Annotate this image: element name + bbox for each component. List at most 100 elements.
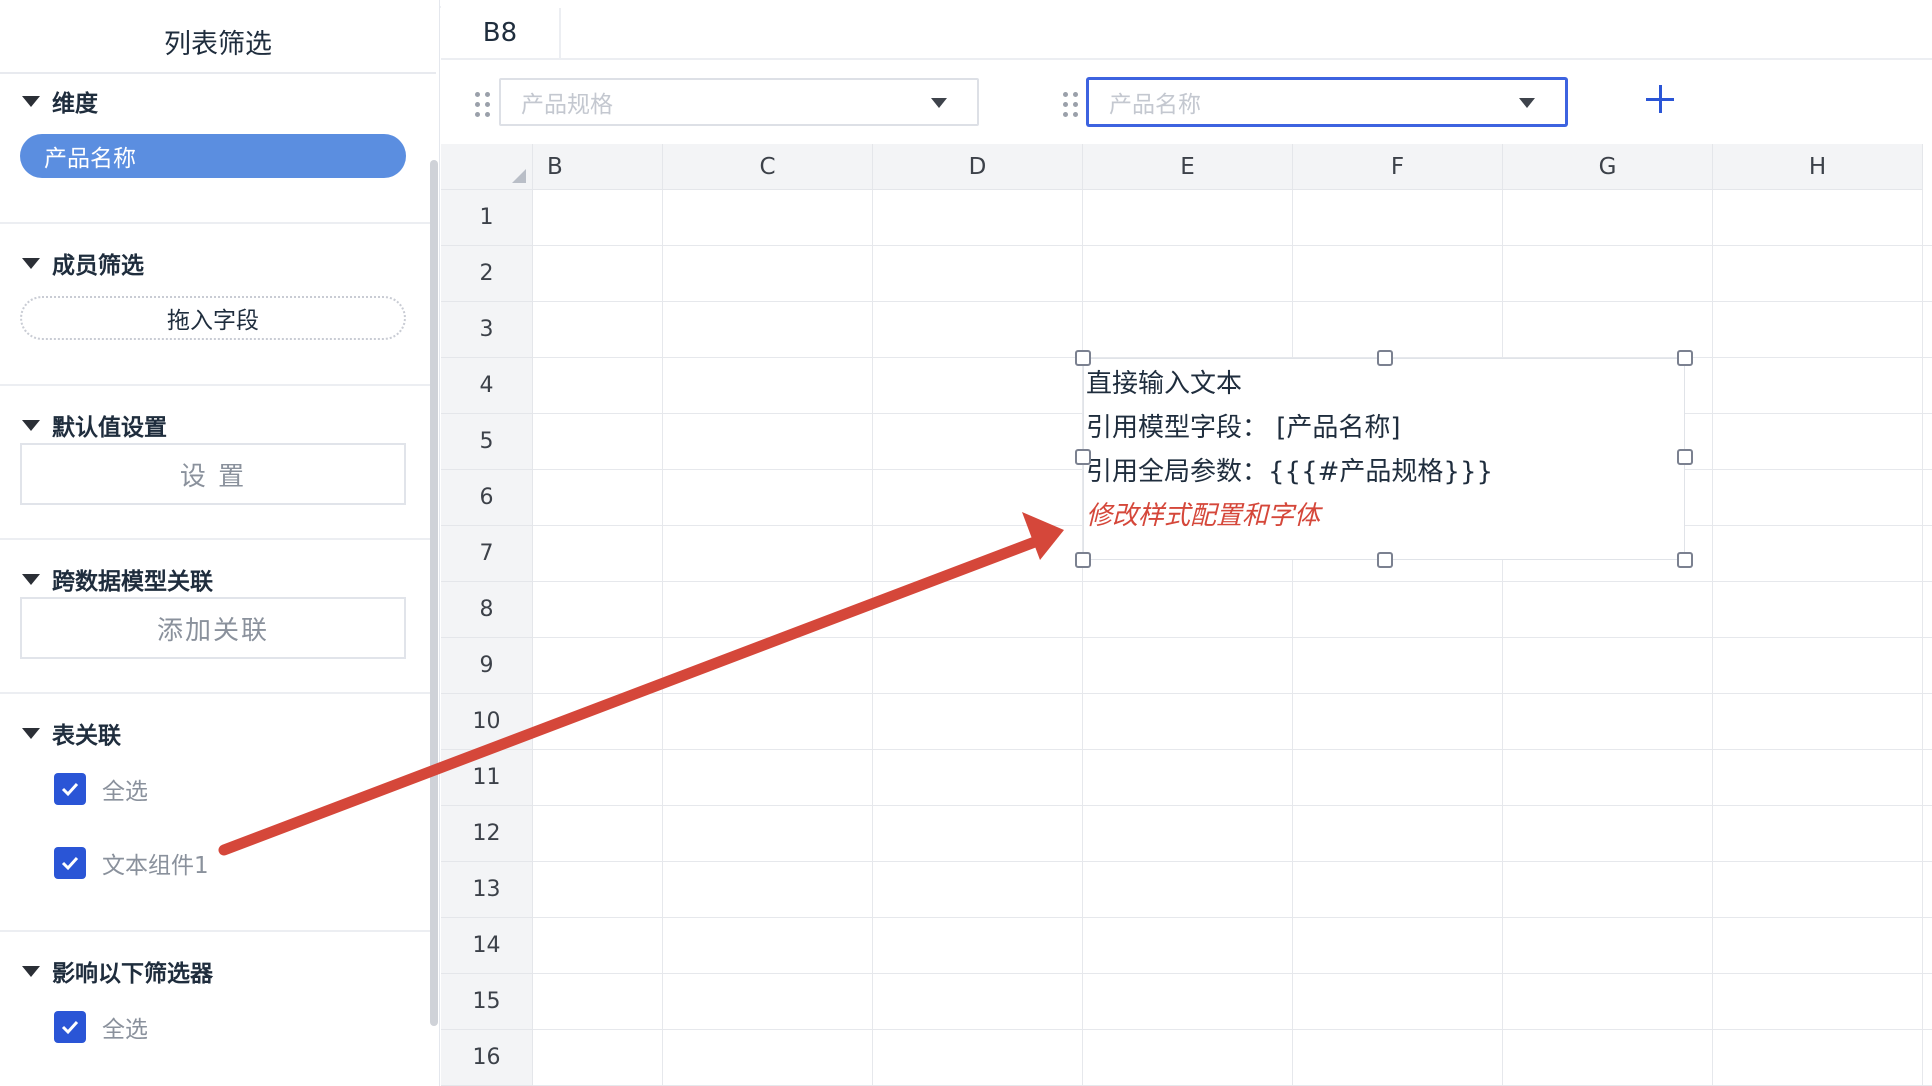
grid-column-line xyxy=(1502,190,1503,1086)
cell-reference[interactable]: B8 xyxy=(441,8,561,58)
column-header-d[interactable]: D xyxy=(873,144,1083,190)
column-header-e[interactable]: E xyxy=(1083,144,1293,190)
spreadsheet-grid[interactable]: BCDEFGH 1 2 3 4 5 6 7 8 9 10 11 12 13 14 15 16 xyxy=(441,144,1932,1086)
row-header-4[interactable]: 4 xyxy=(441,358,533,414)
section-divider xyxy=(0,222,432,224)
grid-row-line xyxy=(533,1029,1932,1030)
section-cross-model-header[interactable]: 跨数据模型关联 xyxy=(22,562,213,596)
grid-row-line xyxy=(533,245,1932,246)
section-divider xyxy=(0,692,432,694)
dropdown-arrow-icon xyxy=(931,98,947,108)
grid-row-line xyxy=(533,973,1932,974)
resize-handle-bottom-right[interactable] xyxy=(1677,552,1693,568)
row-header-6[interactable]: 6 xyxy=(441,470,533,526)
grid-row-line xyxy=(533,301,1932,302)
section-table-link-title: 表关联 xyxy=(52,723,121,749)
table-link-select-all[interactable]: 全选 xyxy=(54,772,148,806)
check-icon xyxy=(61,1020,79,1035)
select-all-corner[interactable] xyxy=(441,144,533,190)
caret-down-icon xyxy=(22,257,40,269)
caret-down-icon xyxy=(22,573,40,585)
row-header-1[interactable]: 1 xyxy=(441,190,533,246)
drag-handle-icon[interactable] xyxy=(1063,92,1078,117)
table-link-text-component-1[interactable]: 文本组件1 xyxy=(54,846,209,880)
row-header-11[interactable]: 11 xyxy=(441,750,533,806)
section-member-filter-header[interactable]: 成员筛选 xyxy=(22,246,144,280)
section-default-value-header[interactable]: 默认值设置 xyxy=(22,408,167,442)
filter-select-spec[interactable]: 产品规格 xyxy=(499,78,979,126)
section-affect-filters-title: 影响以下筛选器 xyxy=(52,961,213,987)
filter-select-product-name[interactable]: 产品名称 xyxy=(1087,78,1567,126)
dropdown-arrow-icon xyxy=(1519,98,1535,108)
text-line-plain: 直接输入文本 xyxy=(1086,369,1243,399)
section-cross-model-title: 跨数据模型关联 xyxy=(52,569,213,595)
filter-select-placeholder: 产品规格 xyxy=(521,92,613,118)
cell-reference-bar: B8 xyxy=(441,8,1932,60)
caret-down-icon xyxy=(22,727,40,739)
filter-bar: 产品规格 产品名称 xyxy=(441,62,1932,142)
row-header-12[interactable]: 12 xyxy=(441,806,533,862)
grid-row-line xyxy=(533,749,1932,750)
resize-handle-bottom[interactable] xyxy=(1377,552,1393,568)
checkbox-checked[interactable] xyxy=(54,1011,86,1043)
column-header-h[interactable]: H xyxy=(1713,144,1923,190)
resize-handle-top-right[interactable] xyxy=(1677,350,1693,366)
section-default-value-title: 默认值设置 xyxy=(52,415,167,441)
resize-handle-top-left[interactable] xyxy=(1075,350,1091,366)
row-header-9[interactable]: 9 xyxy=(441,638,533,694)
checkbox-label: 全选 xyxy=(102,1017,148,1043)
affect-filters-select-all[interactable]: 全选 xyxy=(54,1010,148,1044)
section-dimension-header[interactable]: 维度 xyxy=(22,84,98,118)
grid-column-line xyxy=(1292,190,1293,1086)
list-filter-panel: 列表筛选 维度 产品名称 成员筛选 拖入字段 默认值设置 设 置 跨数据模型关联… xyxy=(0,0,440,1086)
row-header-8[interactable]: 8 xyxy=(441,582,533,638)
check-icon xyxy=(61,856,79,871)
text-line-global-param: 引用全局参数：{{{#产品规格}}} xyxy=(1086,457,1494,487)
add-association-button[interactable]: 添加关联 xyxy=(20,597,406,659)
resize-handle-bottom-left[interactable] xyxy=(1075,552,1091,568)
section-dimension-title: 维度 xyxy=(52,91,98,117)
column-header-g[interactable]: G xyxy=(1503,144,1713,190)
row-header-16[interactable]: 16 xyxy=(441,1030,533,1086)
resize-handle-top[interactable] xyxy=(1377,350,1393,366)
add-filter-plus-icon[interactable] xyxy=(1641,80,1681,120)
row-header-2[interactable]: 2 xyxy=(441,246,533,302)
text-line-styled: 修改样式配置和字体 xyxy=(1086,501,1321,531)
section-divider xyxy=(0,384,432,386)
checkbox-checked[interactable] xyxy=(54,847,86,879)
grid-column-line xyxy=(872,190,873,1086)
grid-row-line xyxy=(533,581,1932,582)
row-header-13[interactable]: 13 xyxy=(441,862,533,918)
panel-title: 列表筛选 xyxy=(0,10,436,74)
grid-column-line xyxy=(1082,190,1083,1086)
checkbox-label: 全选 xyxy=(102,779,148,805)
text-component[interactable]: 直接输入文本 引用模型字段： [产品名称] 引用全局参数：{{{#产品规格}}}… xyxy=(1075,350,1693,568)
row-header-7[interactable]: 7 xyxy=(441,526,533,582)
row-header-15[interactable]: 15 xyxy=(441,974,533,1030)
row-header-14[interactable]: 14 xyxy=(441,918,533,974)
drag-handle-icon[interactable] xyxy=(475,92,490,117)
grid-row-line xyxy=(533,805,1932,806)
grid-row-line xyxy=(533,917,1932,918)
caret-down-icon xyxy=(22,965,40,977)
grid-row-line xyxy=(533,861,1932,862)
default-settings-button[interactable]: 设 置 xyxy=(20,443,406,505)
panel-scrollbar[interactable] xyxy=(430,160,438,1026)
row-header-10[interactable]: 10 xyxy=(441,694,533,750)
section-affect-filters-header[interactable]: 影响以下筛选器 xyxy=(22,954,213,988)
caret-down-icon xyxy=(22,95,40,107)
text-line-model-field: 引用模型字段： [产品名称] xyxy=(1086,413,1401,443)
grid-column-line xyxy=(662,190,663,1086)
resize-handle-right[interactable] xyxy=(1677,449,1693,465)
row-header-3[interactable]: 3 xyxy=(441,302,533,358)
column-header-c[interactable]: C xyxy=(663,144,873,190)
column-header-b[interactable]: B xyxy=(533,144,663,190)
column-header-f[interactable]: F xyxy=(1293,144,1503,190)
row-header-5[interactable]: 5 xyxy=(441,414,533,470)
checkbox-checked[interactable] xyxy=(54,773,86,805)
dimension-field-chip[interactable]: 产品名称 xyxy=(20,134,406,178)
section-table-link-header[interactable]: 表关联 xyxy=(22,716,121,750)
drop-field-zone[interactable]: 拖入字段 xyxy=(20,296,406,340)
resize-handle-left[interactable] xyxy=(1075,449,1091,465)
grid-row-line xyxy=(533,693,1932,694)
